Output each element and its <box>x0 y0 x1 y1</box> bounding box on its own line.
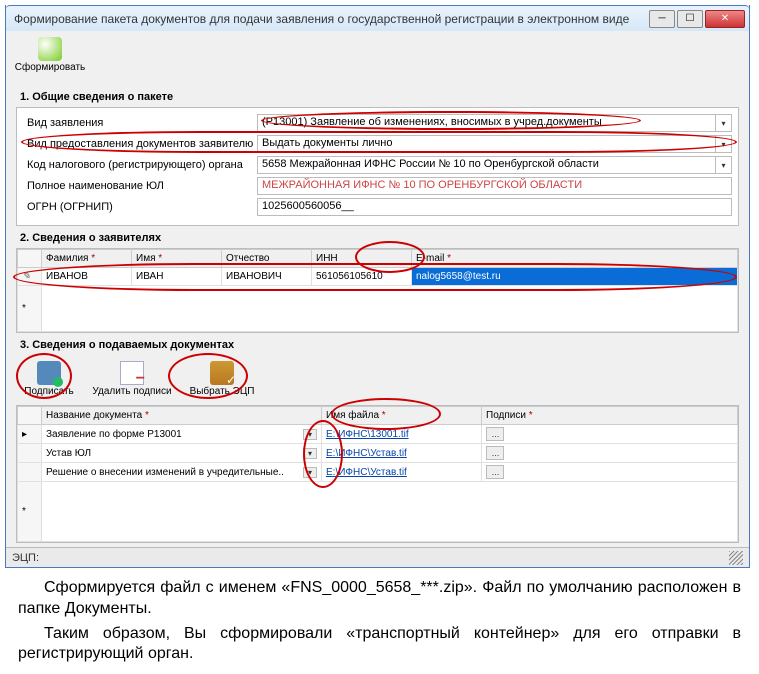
resize-grip[interactable] <box>729 551 743 565</box>
statusbar: ЭЦП: <box>6 547 749 567</box>
cert-icon <box>210 361 234 385</box>
sign-button[interactable]: Подписать <box>20 359 78 399</box>
table-row[interactable]: ✎ ИВАНОВ ИВАН ИВАНОВИЧ 561056105610 nalo… <box>18 268 738 286</box>
sig-button[interactable]: … <box>486 446 504 460</box>
caption-text: Сформируется файл с именем «FNS_0000_565… <box>0 573 759 674</box>
status-label: ЭЦП: <box>12 552 39 564</box>
col-inn[interactable]: ИНН <box>312 250 412 268</box>
sign-icon <box>37 361 61 385</box>
form-package-label: Сформировать <box>15 62 86 73</box>
col-filename[interactable]: Имя файла <box>322 407 482 425</box>
fullname-label: Полное наименование ЮЛ <box>23 180 257 192</box>
sig-button[interactable]: … <box>486 427 504 441</box>
cell-firstname[interactable]: ИВАН <box>132 268 222 286</box>
main-toolbar: Сформировать <box>6 31 749 79</box>
grid-rowheader <box>18 250 42 268</box>
docname-dropdown[interactable]: ▾ <box>303 467 317 478</box>
cell-email[interactable]: nalog5658@test.ru <box>412 268 738 286</box>
content-area: 1. Общие сведения о пакете Вид заявления… <box>6 79 749 547</box>
newrow-indicator: * <box>18 286 42 332</box>
cell-docname[interactable]: Заявление по форме Р13001▾ <box>42 425 322 444</box>
table-row[interactable]: ▸ Заявление по форме Р13001▾ Е:\ИФНС\130… <box>18 425 738 444</box>
table-row[interactable]: Решение о внесении изменений в учредител… <box>18 463 738 482</box>
cell-docname[interactable]: Устав ЮЛ▾ <box>42 444 322 463</box>
package-icon <box>38 37 62 61</box>
section1-panel: Вид заявления (Р13001) Заявление об изме… <box>16 107 739 226</box>
maximize-button[interactable]: ☐ <box>677 10 703 28</box>
col-sigs[interactable]: Подписи <box>482 407 738 425</box>
row-indicator: ✎ <box>18 268 42 286</box>
col-lastname[interactable]: Фамилия <box>42 250 132 268</box>
delete-sig-icon <box>120 361 144 385</box>
row-indicator: ▸ <box>18 425 42 444</box>
fullname-value[interactable]: МЕЖРАЙОННАЯ ИФНС № 10 ПО ОРЕНБУРГСКОЙ ОБ… <box>257 177 732 195</box>
caption-line1: Сформируется файл с именем «FNS_0000_565… <box>18 578 741 620</box>
section3-title: 3. Сведения о подаваемых документах <box>20 339 739 351</box>
form-package-button[interactable]: Сформировать <box>14 35 86 75</box>
file-link[interactable]: Е:\ИФНС\13001.tif <box>326 429 409 440</box>
section3-actions: Подписать Удалить подписи Выбрать ЭЦП <box>16 355 739 405</box>
section2-title: 2. Сведения о заявителях <box>20 232 739 244</box>
caption-line2: Таким образом, Вы сформировали «транспор… <box>18 624 741 666</box>
col-firstname[interactable]: Имя <box>132 250 222 268</box>
newrow-indicator: * <box>18 482 42 542</box>
select-cert-button[interactable]: Выбрать ЭЦП <box>186 359 258 399</box>
applicants-grid: Фамилия Имя Отчество ИНН E-mail ✎ ИВАНОВ… <box>16 248 739 333</box>
titlebar: Формирование пакета документов для подач… <box>6 5 749 31</box>
cell-docname[interactable]: Решение о внесении изменений в учредител… <box>42 463 322 482</box>
taxcode-dropdown[interactable]: ▾ <box>716 156 732 174</box>
file-link[interactable]: Е:\ИФНС\Устав.tif <box>326 467 407 478</box>
col-docname[interactable]: Название документа <box>42 407 322 425</box>
taxcode-value[interactable]: 5658 Межрайонная ИФНС России № 10 по Оре… <box>257 156 716 174</box>
new-row[interactable]: * <box>18 482 738 542</box>
docname-dropdown[interactable]: ▾ <box>303 429 317 440</box>
ogrn-value[interactable]: 1025600560056__ <box>257 198 732 216</box>
kind-value[interactable]: (Р13001) Заявление об изменениях, вносим… <box>257 114 716 132</box>
close-button[interactable]: ✕ <box>705 10 745 28</box>
delete-sig-label: Удалить подписи <box>92 386 171 397</box>
cell-inn[interactable]: 561056105610 <box>312 268 412 286</box>
minimize-button[interactable]: ─ <box>649 10 675 28</box>
new-row[interactable]: * <box>18 286 738 332</box>
sign-label: Подписать <box>24 386 74 397</box>
delete-signatures-button[interactable]: Удалить подписи <box>88 359 176 399</box>
ogrn-label: ОГРН (ОГРНИП) <box>23 201 257 213</box>
table-row[interactable]: Устав ЮЛ▾ Е:\ИФНС\Устав.tif … <box>18 444 738 463</box>
kind-label: Вид заявления <box>23 117 257 129</box>
window-title: Формирование пакета документов для подач… <box>10 12 649 26</box>
delivery-dropdown[interactable]: ▾ <box>716 135 732 153</box>
col-email[interactable]: E-mail <box>412 250 738 268</box>
col-patronymic[interactable]: Отчество <box>222 250 312 268</box>
documents-grid: Название документа Имя файла Подписи ▸ З… <box>16 405 739 543</box>
grid-rowheader <box>18 407 42 425</box>
select-cert-label: Выбрать ЭЦП <box>190 386 255 397</box>
docname-dropdown[interactable]: ▾ <box>303 448 317 459</box>
file-link[interactable]: Е:\ИФНС\Устав.tif <box>326 448 407 459</box>
delivery-value[interactable]: Выдать документы лично <box>257 135 716 153</box>
sig-button[interactable]: … <box>486 465 504 479</box>
delivery-label: Вид предоставления документов заявителю <box>23 138 257 150</box>
kind-dropdown[interactable]: ▾ <box>716 114 732 132</box>
cell-lastname[interactable]: ИВАНОВ <box>42 268 132 286</box>
app-window: Формирование пакета документов для подач… <box>5 5 750 568</box>
taxcode-label: Код налогового (регистрирующего) органа <box>23 159 257 171</box>
section1-title: 1. Общие сведения о пакете <box>20 91 739 103</box>
cell-patronymic[interactable]: ИВАНОВИЧ <box>222 268 312 286</box>
